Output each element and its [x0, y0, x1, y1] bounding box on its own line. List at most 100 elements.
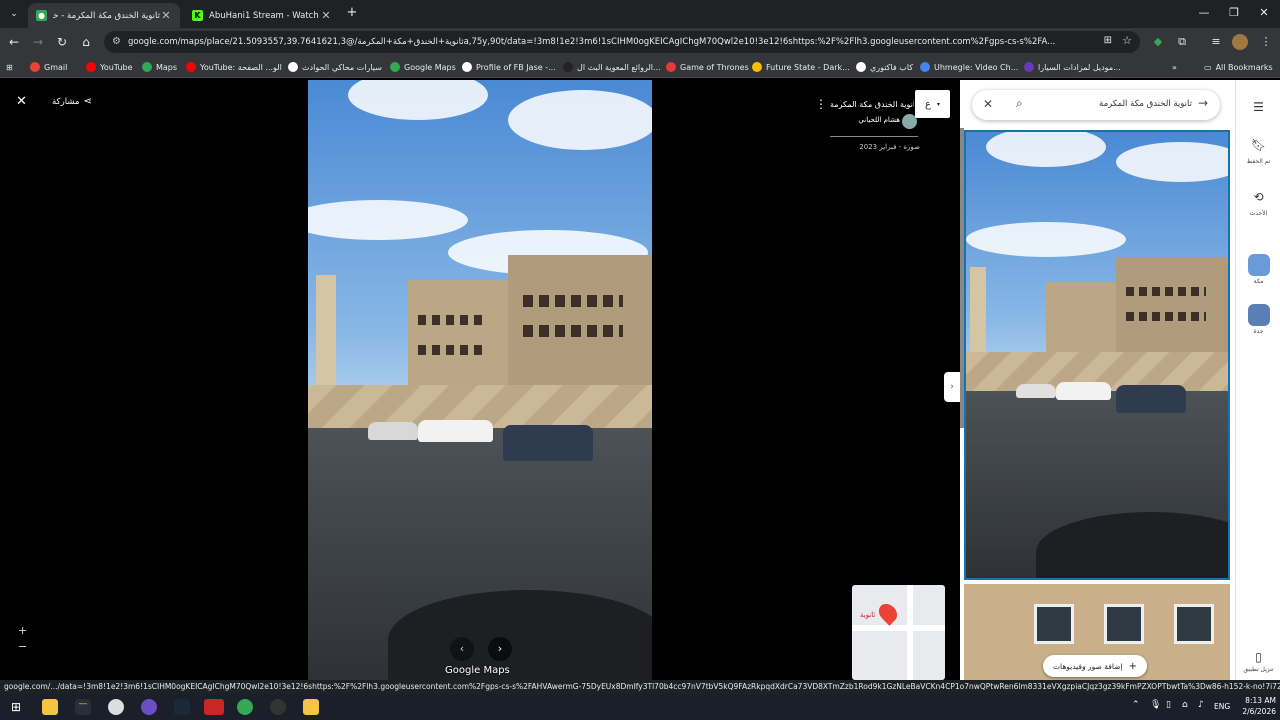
close-tab-icon[interactable]: ✕: [320, 9, 332, 22]
bookmark-label: سيارات محاكي الحوادث: [302, 62, 382, 72]
jeddah-thumb-icon: [1247, 304, 1270, 326]
selected-photo-thumbnail[interactable]: [964, 130, 1230, 580]
search-icon[interactable]: ⌕: [1016, 96, 1023, 111]
notes-icon[interactable]: [303, 699, 319, 715]
dark-sedan: [503, 425, 593, 461]
minimap[interactable]: ثانوية: [852, 585, 945, 680]
bookmark-label: Maps: [156, 62, 178, 72]
history-icon: ⟲: [1253, 190, 1264, 204]
extension-icon[interactable]: ◆: [1150, 34, 1166, 50]
language-indicator[interactable]: ENG: [1214, 702, 1230, 711]
rail-recent-mecca[interactable]: مكة: [1236, 254, 1280, 285]
app-icon[interactable]: —: [75, 699, 91, 715]
bookmark-item[interactable]: سيارات محاكي الحوادث: [288, 60, 382, 74]
site-info-icon[interactable]: ⚙: [112, 36, 121, 47]
tab-google-maps[interactable]: ● ثانوية الخندق مكة المكرمة - خرائط ✕: [28, 3, 180, 28]
volume-icon[interactable]: ♪: [1198, 700, 1204, 710]
prev-photo-icon[interactable]: ‹: [450, 637, 474, 661]
game-icon[interactable]: [204, 699, 224, 715]
bookmark-item[interactable]: YouTube: [86, 60, 133, 74]
bookmark-label: Gmail: [44, 62, 68, 72]
restore-icon[interactable]: ❐: [1224, 6, 1244, 19]
bookmark-label: Future State - Dark...: [766, 62, 850, 72]
tab-search-icon[interactable]: ⌄: [6, 6, 22, 22]
zoom-in-button[interactable]: +: [18, 624, 27, 637]
directions-icon[interactable]: →: [1198, 96, 1208, 110]
phone-link-icon[interactable]: ▯: [1166, 700, 1171, 710]
new-tab-button[interactable]: +: [342, 5, 362, 20]
bookmark-item[interactable]: Game of Thrones: [666, 60, 749, 74]
discord-icon[interactable]: [141, 699, 157, 715]
kick-icon: K: [192, 10, 203, 21]
get-app-button[interactable]: ▯ تنزيل تطبيق: [1236, 650, 1280, 673]
forward-icon[interactable]: →: [30, 34, 46, 50]
chrome-icon[interactable]: [237, 699, 253, 715]
rail-recent-jeddah[interactable]: جدة: [1236, 304, 1280, 335]
back-icon[interactable]: ←: [6, 34, 22, 50]
bookmark-item[interactable]: Google Maps: [390, 60, 456, 74]
bookmark-favicon-icon: [752, 62, 762, 72]
bookmark-item[interactable]: الروائع المعوية البث ال...: [563, 60, 661, 74]
clear-search-icon[interactable]: ✕: [983, 97, 993, 111]
all-bookmarks[interactable]: ▭ All Bookmarks: [1204, 60, 1273, 74]
tray-chevron-icon[interactable]: ⌃: [1132, 700, 1140, 710]
bookmark-item[interactable]: Maps: [142, 60, 177, 74]
install-app-icon[interactable]: ⊞: [1104, 35, 1112, 46]
plus-icon: +: [1128, 660, 1138, 672]
search-box[interactable]: ✕ ⌕ ثانوية الخندق مكة المكرمة →: [972, 90, 1220, 120]
bookmark-favicon-icon: [142, 62, 152, 72]
mic-icon[interactable]: 🎙︎: [1150, 700, 1161, 710]
share-button[interactable]: مشاركة ⋖: [52, 96, 92, 107]
place-title[interactable]: ثانوية الخندق مكة المكرمة: [830, 100, 914, 109]
apps-grid-icon[interactable]: ⊞: [6, 60, 13, 74]
address-bar[interactable]: ⚙ google.com/maps/place/ثانوية+الخندق+مك…: [104, 31, 1140, 53]
next-photo-icon[interactable]: ›: [488, 637, 512, 661]
bookmark-favicon-icon: [86, 62, 96, 72]
add-photos-button[interactable]: إضافة صور وفيديوهات +: [1043, 655, 1147, 677]
close-viewer-icon[interactable]: ✕: [16, 94, 27, 109]
bookmark-favicon-icon: [390, 62, 400, 72]
search-input[interactable]: ثانوية الخندق مكة المكرمة: [1042, 99, 1192, 109]
obs-icon[interactable]: [270, 699, 286, 715]
menu-icon[interactable]: ☰: [1236, 96, 1280, 120]
author-name[interactable]: هشام اللحياني: [830, 116, 900, 124]
bookmark-item[interactable]: YouTube: الو... الصفحة: [186, 60, 282, 74]
zoom-out-button[interactable]: −: [18, 640, 27, 653]
clock-time[interactable]: 8:13 AM: [1238, 696, 1276, 705]
bookmark-item[interactable]: موديل لمزادات السيارا...: [1024, 60, 1121, 74]
location-pin-icon: [875, 600, 901, 626]
network-icon[interactable]: ⌂: [1182, 700, 1188, 710]
more-bookmarks-icon[interactable]: »: [1172, 60, 1177, 74]
more-options-icon[interactable]: ⋮: [815, 97, 827, 111]
tab-groups-icon[interactable]: ≡: [1208, 34, 1224, 50]
rail-saved[interactable]: 🔖︎ تم الحفظ: [1236, 134, 1280, 165]
bookmark-label: YouTube: [100, 62, 133, 72]
chrome-menu-icon[interactable]: ⋮: [1258, 34, 1274, 50]
bookmark-label: موديل لمزادات السيارا...: [1038, 62, 1121, 72]
steam-icon[interactable]: [174, 699, 190, 715]
main-photo[interactable]: ‹ › Google Maps: [308, 80, 652, 680]
bookmark-icon: 🔖︎: [1250, 138, 1267, 152]
rail-recents[interactable]: ⟲ الأحدث: [1236, 186, 1280, 217]
tab-kick-stream[interactable]: K AbuHani1 Stream - Watch Live ✕: [184, 3, 340, 28]
collapse-panel-icon[interactable]: ›: [944, 372, 960, 402]
close-tab-icon[interactable]: ✕: [160, 9, 172, 22]
clock-date[interactable]: 2/6/2026: [1238, 707, 1276, 716]
close-window-icon[interactable]: ✕: [1254, 6, 1274, 19]
bookmark-star-icon[interactable]: ☆: [1122, 34, 1132, 47]
profile-avatar[interactable]: [1232, 34, 1248, 50]
bookmark-item[interactable]: Future State - Dark...: [752, 60, 850, 74]
bookmark-item[interactable]: Uhmegle: Video Ch...: [920, 60, 1018, 74]
home-icon[interactable]: ⌂: [78, 34, 94, 50]
bookmark-item[interactable]: Gmail: [30, 60, 67, 74]
extensions-puzzle-icon[interactable]: ⧉: [1174, 34, 1190, 50]
bookmark-item[interactable]: Profile of FB Jase -...: [462, 60, 556, 74]
bookmark-item[interactable]: كاب فاكتوري: [856, 60, 913, 74]
dropdown-icon: ▾: [936, 100, 940, 108]
reload-icon[interactable]: ↻: [54, 34, 70, 50]
clock-app-icon[interactable]: [108, 699, 124, 715]
language-button[interactable]: ع ▾: [915, 90, 950, 118]
minimize-icon[interactable]: —: [1194, 6, 1214, 19]
file-explorer-icon[interactable]: [42, 699, 58, 715]
windows-start-icon[interactable]: ⊞: [8, 699, 24, 715]
